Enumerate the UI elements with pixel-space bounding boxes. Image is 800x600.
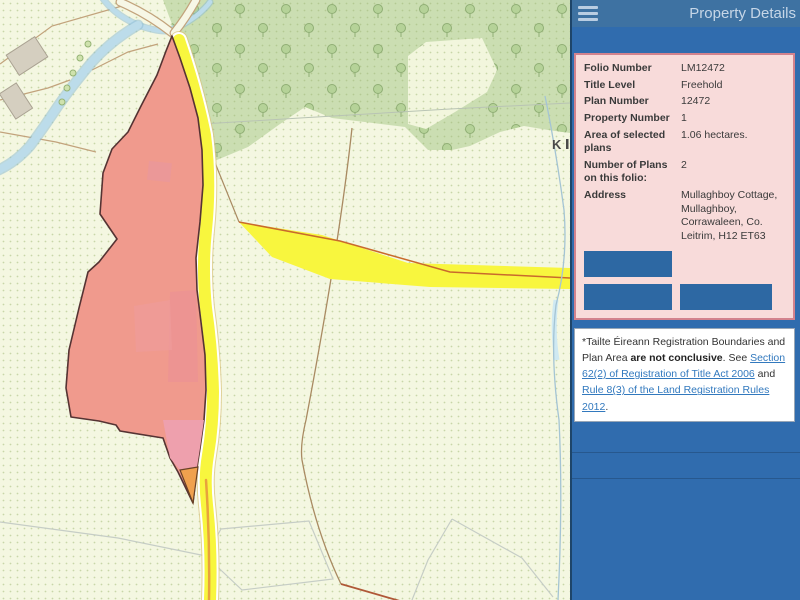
- disclaimer-text: . See: [723, 352, 750, 364]
- detail-value: 1: [681, 112, 785, 126]
- boundaries-disclaimer: *Tailte Éireann Registration Boundaries …: [574, 328, 795, 422]
- detail-label: Area of selected plans: [584, 129, 681, 156]
- detail-label: Folio Number: [584, 62, 681, 76]
- parcel-subdivision: [134, 300, 172, 352]
- map-canvas[interactable]: K: [0, 0, 570, 600]
- folio-action-button-1[interactable]: [584, 251, 672, 277]
- detail-row: Number of Plans on this folio:2: [584, 159, 785, 186]
- map-svg[interactable]: K: [0, 0, 570, 600]
- hamburger-icon: [578, 12, 598, 15]
- parcel-building: [147, 161, 172, 182]
- detail-value: LM12472: [681, 62, 785, 76]
- detail-row: Plan Number12472: [584, 95, 785, 109]
- hamburger-icon: [578, 18, 598, 21]
- detail-row: Property Number1: [584, 112, 785, 126]
- panel-separator: [572, 452, 800, 453]
- disclaimer-emphasis: are not conclusive: [630, 352, 722, 364]
- panel-header: Property Details: [572, 0, 800, 27]
- rule-8-link[interactable]: Rule 8(3) of the Land Registration Rules…: [582, 384, 769, 412]
- detail-row: Title LevelFreehold: [584, 79, 785, 93]
- detail-label: Property Number: [584, 112, 681, 126]
- detail-value: 1.06 hectares.: [681, 129, 785, 156]
- folio-action-button-2[interactable]: [584, 284, 672, 310]
- detail-label: Title Level: [584, 79, 681, 93]
- svg-text:K: K: [552, 137, 562, 152]
- panel-title: Property Details: [598, 5, 797, 22]
- detail-row: Area of selected plans1.06 hectares.: [584, 129, 785, 156]
- disclaimer-text: and: [755, 368, 775, 380]
- detail-label: Address: [584, 189, 681, 244]
- folio-action-button-3[interactable]: [680, 284, 772, 310]
- detail-row: Folio NumberLM12472: [584, 62, 785, 76]
- detail-row: AddressMullaghboy Cottage, Mullaghboy, C…: [584, 189, 785, 244]
- detail-value: 12472: [681, 95, 785, 109]
- folio-details-card: Folio NumberLM12472 Title LevelFreehold …: [574, 53, 795, 320]
- detail-value: 2: [681, 159, 785, 186]
- menu-button[interactable]: [578, 6, 598, 21]
- detail-value: Mullaghboy Cottage, Mullaghboy, Corrawal…: [681, 189, 785, 244]
- hamburger-icon: [578, 6, 598, 9]
- panel-separator: [572, 478, 800, 479]
- parcel-subdivision: [168, 290, 198, 382]
- detail-value: Freehold: [681, 79, 785, 93]
- disclaimer-text: .: [605, 401, 608, 413]
- detail-label: Plan Number: [584, 95, 681, 109]
- property-details-panel: Property Details Folio NumberLM12472 Tit…: [570, 0, 800, 600]
- detail-label: Number of Plans on this folio:: [584, 159, 681, 186]
